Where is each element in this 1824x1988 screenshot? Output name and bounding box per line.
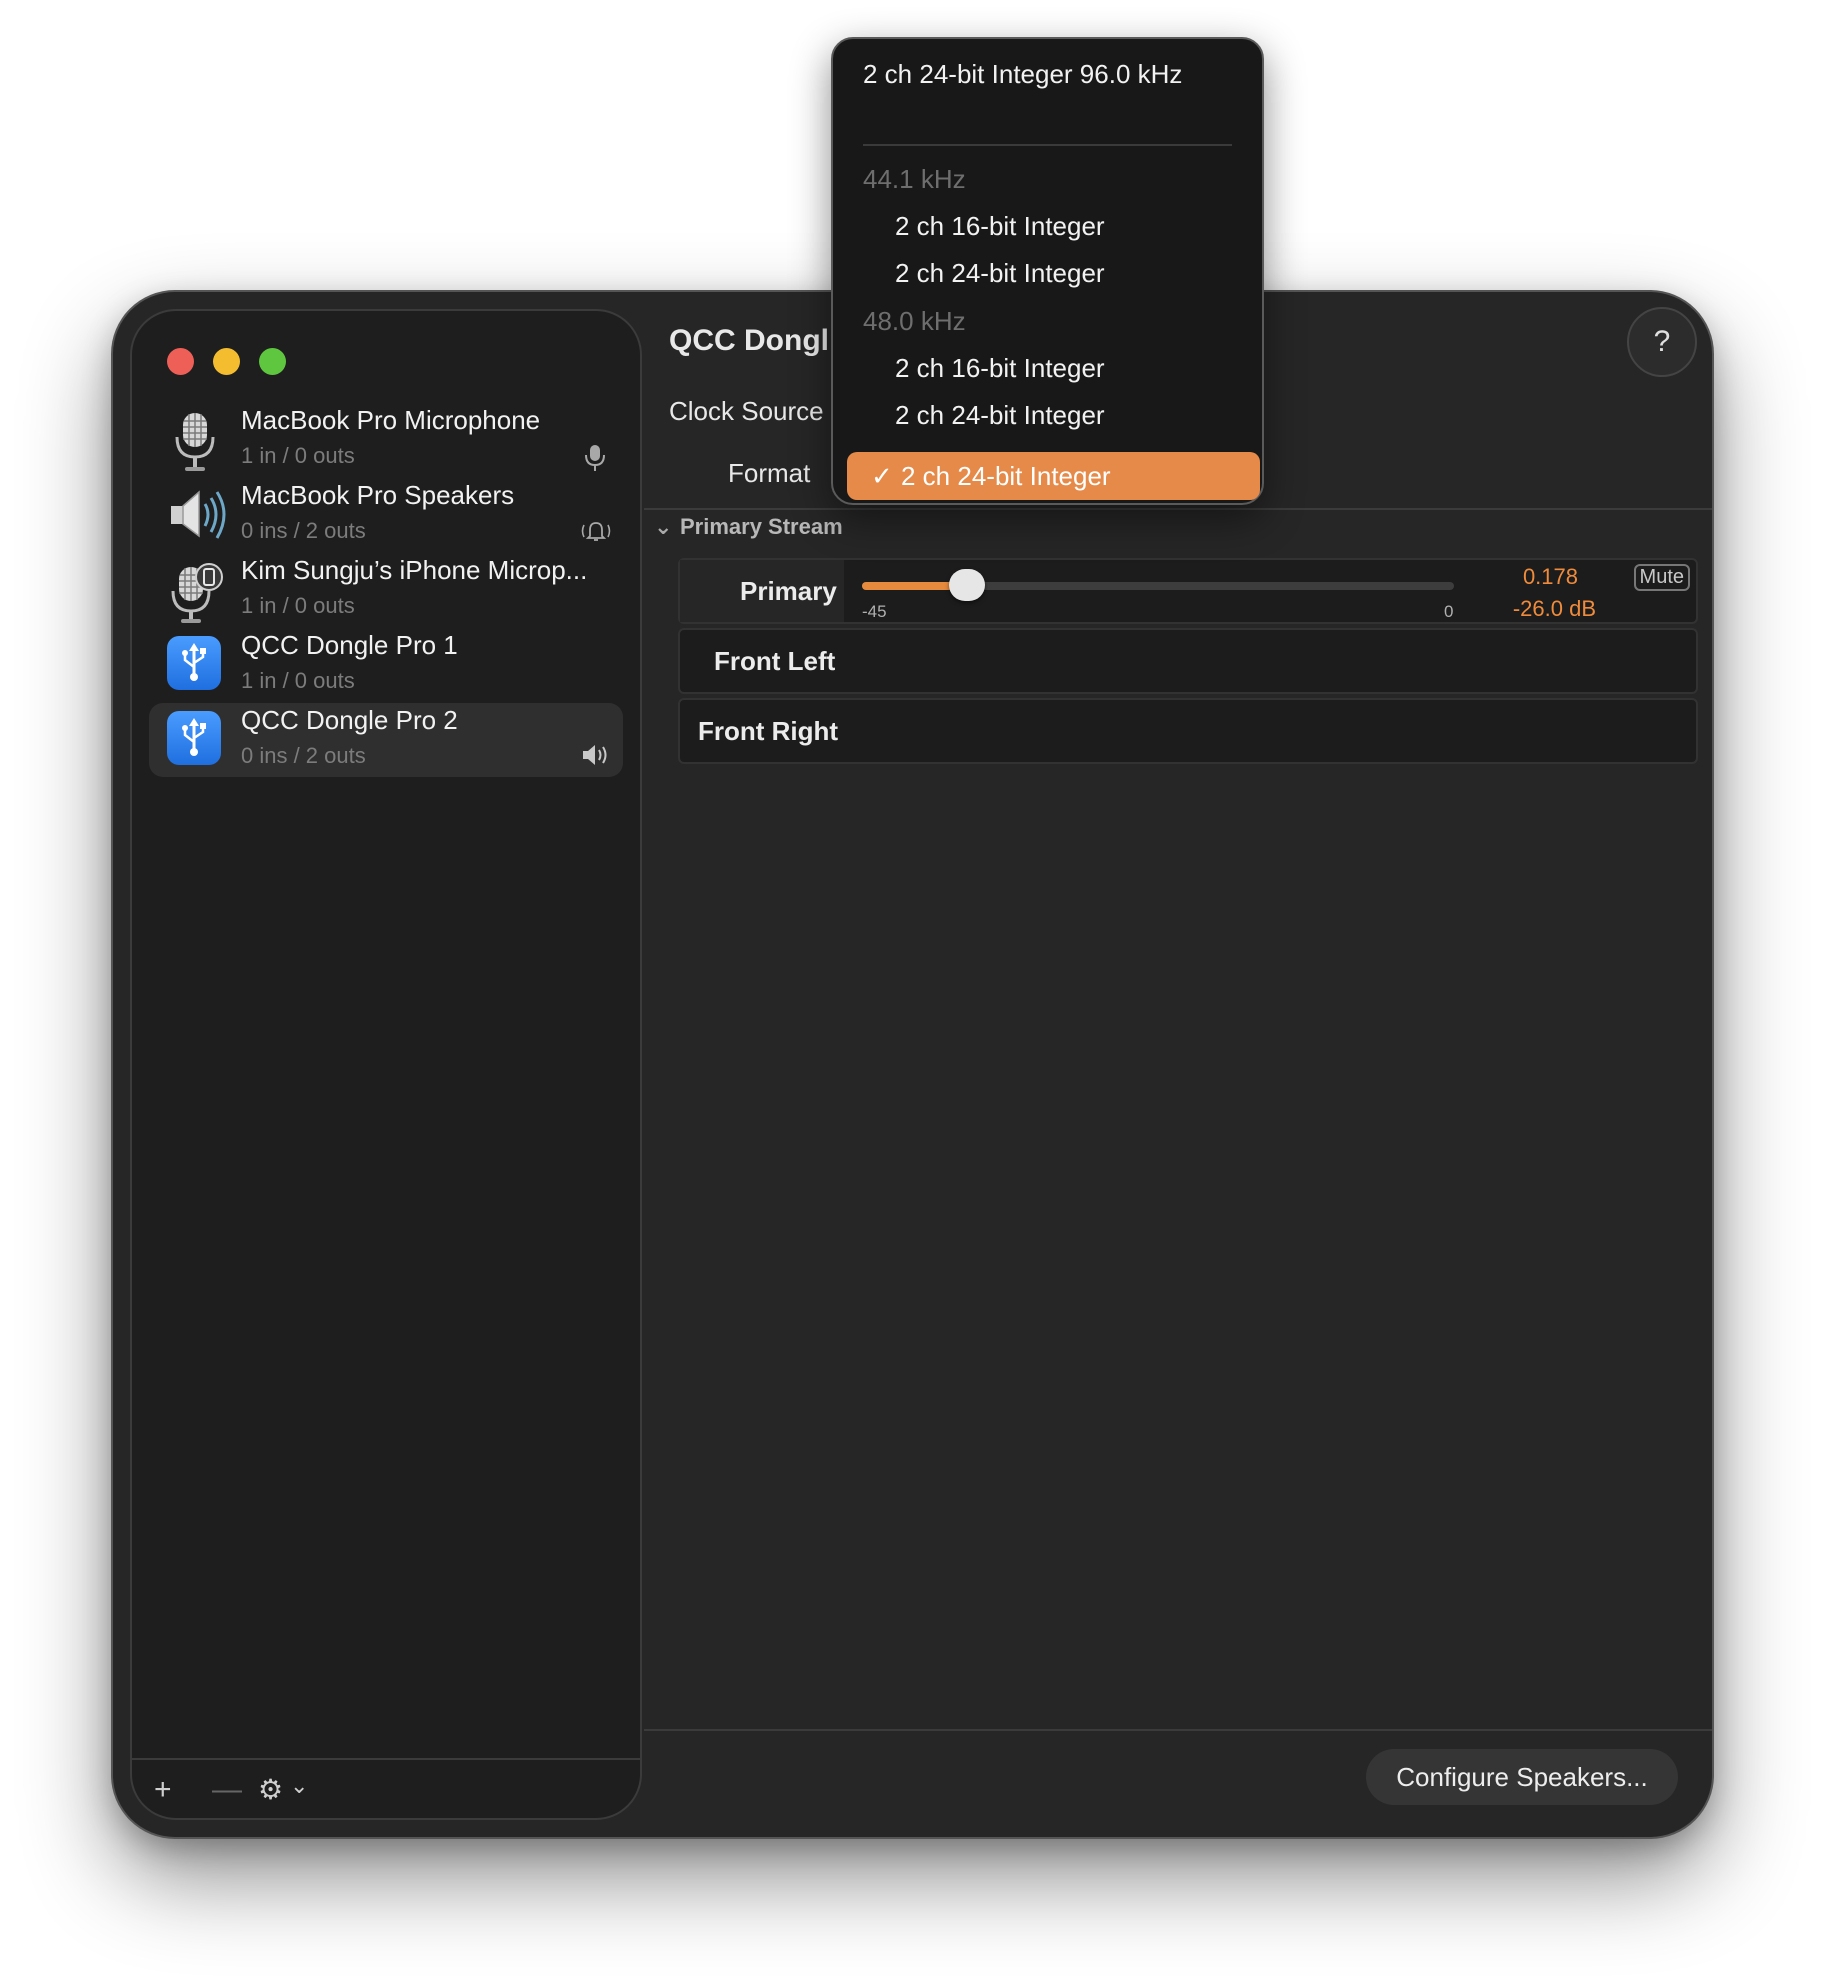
menu-option-label: 2 ch 24-bit Integer (901, 461, 1111, 491)
channel-name: Front Left (714, 646, 836, 676)
channel-row-front-right: Front Right (678, 698, 1698, 764)
menu-option-48-16bit[interactable]: 2 ch 16-bit Integer (833, 345, 1262, 391)
stream-header-label: Primary Stream (680, 514, 843, 539)
menu-option-96-24bit-selected[interactable]: ✓ 2 ch 24-bit Integer (847, 452, 1260, 500)
device-io: 1 in / 0 outs (241, 668, 355, 693)
menu-option-44-1-24bit[interactable]: 2 ch 24-bit Integer (833, 250, 1262, 296)
slider-max-label: 0 (1444, 602, 1454, 621)
device-title: QCC Dongl (669, 324, 829, 357)
menu-current-format: 2 ch 24-bit Integer 96.0 kHz (863, 59, 1183, 89)
sidebar-footer: + — ⚙ ⌄ (132, 1758, 640, 1818)
menu-group-48-khz: 48.0 kHz (863, 306, 966, 336)
channel-row-front-left: Front Left (678, 628, 1698, 694)
audio-midi-setup-window: MacBook Pro Microphone 1 in / 0 outs Mac… (113, 292, 1712, 1837)
add-device-button[interactable]: + (154, 1770, 172, 1810)
footer-divider (644, 1729, 1712, 1731)
menu-separator (863, 144, 1232, 146)
close-window-button[interactable] (167, 348, 194, 375)
channel-name: Front Right (698, 716, 839, 746)
zoom-window-button[interactable] (259, 348, 286, 375)
primary-stream-disclosure[interactable]: ⌄ Primary Stream (654, 514, 843, 540)
device-item-qcc-dongle-pro-2[interactable]: QCC Dongle Pro 2 0 ins / 2 outs (149, 703, 623, 777)
configure-speakers-button[interactable]: Configure Speakers... (1366, 1749, 1678, 1805)
iphone-microphone-icon (167, 561, 223, 623)
channel-name: Primary (740, 576, 837, 606)
device-sidebar: MacBook Pro Microphone 1 in / 0 outs Mac… (130, 309, 642, 1820)
device-name: MacBook Pro Microphone (241, 405, 541, 435)
device-item-iphone-microphone[interactable]: Kim Sungju’s iPhone Microp... 1 in / 0 o… (149, 553, 623, 627)
channel-row-primary: Primary -45 0 0.178 -26.0 dB Mute (678, 558, 1698, 624)
menu-group-44-1-khz: 44.1 kHz (863, 164, 966, 194)
volume-scalar-value: 0.178 (1522, 564, 1578, 589)
menu-option-44-1-16bit[interactable]: 2 ch 16-bit Integer (833, 203, 1262, 249)
device-name: MacBook Pro Speakers (241, 480, 515, 510)
chevron-down-icon[interactable]: ⌄ (290, 1766, 308, 1806)
slider-min-label: -45 (862, 602, 887, 621)
device-io: 0 ins / 2 outs (241, 518, 366, 543)
device-name: QCC Dongle Pro 1 (241, 630, 458, 660)
device-name: QCC Dongle Pro 2 (241, 705, 458, 735)
clock-source-label: Clock Source (669, 396, 824, 426)
header-divider (644, 508, 1712, 510)
checkmark-icon: ✓ (871, 461, 893, 491)
device-item-macbook-pro-microphone[interactable]: MacBook Pro Microphone 1 in / 0 outs (149, 403, 623, 477)
usb-icon (167, 636, 223, 692)
remove-device-button[interactable]: — (212, 1770, 242, 1810)
volume-slider[interactable] (862, 569, 1454, 601)
menu-option-48-24bit[interactable]: 2 ch 24-bit Integer (833, 392, 1262, 438)
device-io: 0 ins / 2 outs (241, 743, 366, 768)
device-io: 1 in / 0 outs (241, 443, 355, 468)
help-button[interactable]: ? (1627, 307, 1697, 377)
speaker-output-icon (581, 743, 609, 771)
device-name: Kim Sungju’s iPhone Microp... (241, 555, 588, 585)
device-detail-pane: QCC Dongl ? Clock Source Format ⌃ ⌄Prima… (644, 292, 1712, 1837)
minimize-window-button[interactable] (213, 348, 240, 375)
speaker-icon (167, 486, 226, 542)
system-alert-sound-icon (579, 518, 613, 546)
device-item-qcc-dongle-pro-1[interactable]: QCC Dongle Pro 1 1 in / 0 outs (149, 628, 623, 702)
mute-button[interactable]: Mute (1633, 564, 1690, 591)
format-dropdown-menu: 2 ch 24-bit Integer 96.0 kHz 44.1 kHz 2 … (831, 37, 1264, 505)
device-item-macbook-pro-speakers[interactable]: MacBook Pro Speakers 0 ins / 2 outs (149, 478, 623, 552)
microphone-icon (167, 411, 223, 471)
gear-icon[interactable]: ⚙ (258, 1770, 283, 1810)
format-label: Format (728, 458, 811, 488)
device-io: 1 in / 0 outs (241, 593, 355, 618)
mic-input-icon (581, 443, 609, 471)
volume-db-value: -26.0 dB (1512, 596, 1596, 621)
volume-slider-thumb[interactable] (949, 569, 985, 601)
chevron-down-icon: ⌄ (654, 514, 673, 539)
usb-icon (167, 711, 223, 767)
